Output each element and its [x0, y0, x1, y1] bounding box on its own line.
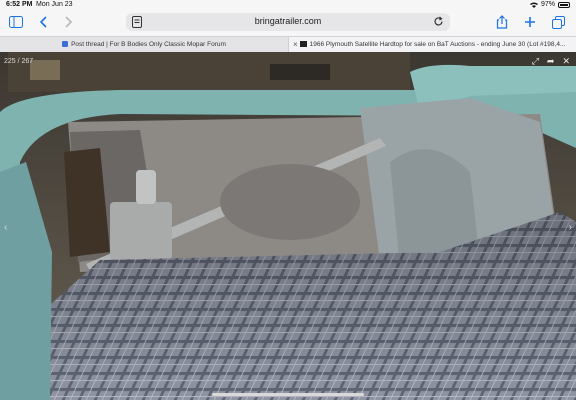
home-indicator[interactable]: [212, 393, 364, 396]
back-icon[interactable]: [36, 14, 52, 30]
share-icon[interactable]: ➦: [547, 56, 555, 67]
expand-icon[interactable]: ⤢: [532, 56, 539, 67]
browser-chrome: 6:52 PM Mon Jun 23 97% bringatrailer.com…: [0, 0, 576, 52]
status-time: 6:52 PM: [6, 1, 33, 8]
status-date: Mon Jun 23: [36, 1, 73, 8]
tab-overview-icon[interactable]: [550, 14, 566, 30]
close-tab-icon[interactable]: ×: [293, 37, 298, 52]
tab-bar: Post thread | For B Bodies Only Classic …: [0, 36, 576, 52]
photo-counter: 225 / 267: [4, 58, 34, 65]
tab-title: 1966 Plymouth Satellite Hardtop for sale…: [309, 41, 566, 48]
reload-icon[interactable]: [433, 16, 444, 27]
car-trunk-photo: [0, 52, 576, 400]
battery-icon: [558, 1, 570, 8]
previous-photo-icon[interactable]: ‹: [4, 222, 7, 233]
address-bar[interactable]: bringatrailer.com: [126, 13, 450, 31]
tab-bat-auction[interactable]: × 1966 Plymouth Satellite Hardtop for sa…: [288, 37, 576, 52]
wifi-icon: [529, 2, 538, 8]
multitasking-dots-icon[interactable]: [278, 3, 298, 16]
close-icon[interactable]: ✕: [562, 56, 570, 67]
url-text[interactable]: bringatrailer.com: [126, 16, 450, 26]
gallery-tools: ⤢ ➦ ✕: [532, 56, 570, 67]
sidebar-icon[interactable]: [8, 14, 24, 30]
new-tab-icon[interactable]: [522, 14, 538, 30]
status-indicators: 97%: [529, 1, 570, 8]
forum-favicon-icon: [62, 41, 69, 47]
tab-title: Post thread | For B Bodies Only Classic …: [71, 41, 226, 48]
tab-forum[interactable]: Post thread | For B Bodies Only Classic …: [0, 37, 288, 52]
share-icon[interactable]: [494, 14, 510, 30]
photo-gallery[interactable]: 225 / 267 ⤢ ➦ ✕ ‹ ›: [0, 52, 576, 400]
battery-percent: 97%: [540, 1, 555, 8]
next-photo-icon[interactable]: ›: [569, 222, 572, 233]
bat-favicon-icon: [299, 41, 307, 47]
forward-icon[interactable]: [60, 14, 76, 30]
